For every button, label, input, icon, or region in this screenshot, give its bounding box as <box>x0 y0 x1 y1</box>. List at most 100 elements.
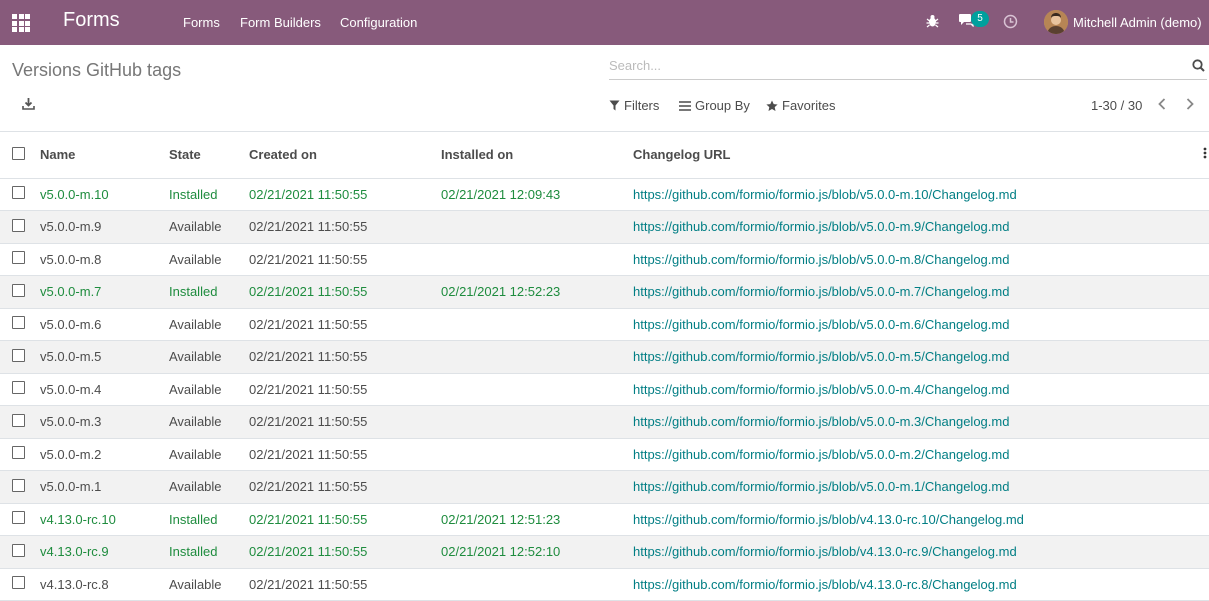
row-checkbox[interactable] <box>12 251 25 265</box>
cell-name[interactable]: v5.0.0-m.10 <box>40 178 169 211</box>
changelog-link[interactable]: https://github.com/formio/formio.js/blob… <box>633 382 1009 397</box>
cell-installed-on[interactable] <box>441 438 633 471</box>
cell-name[interactable]: v5.0.0-m.7 <box>40 275 169 309</box>
cell-state[interactable]: Available <box>169 568 249 601</box>
cell-name[interactable]: v4.13.0-rc.10 <box>40 503 169 536</box>
cell-created-on[interactable]: 02/21/2021 11:50:55 <box>249 340 441 374</box>
row-checkbox[interactable] <box>12 576 25 590</box>
changelog-link[interactable]: https://github.com/formio/formio.js/blob… <box>633 349 1009 364</box>
cell-installed-on[interactable] <box>441 243 633 276</box>
column-header-created-on[interactable]: Created on <box>249 132 441 179</box>
column-header-name[interactable]: Name <box>40 132 169 179</box>
cell-installed-on[interactable]: 02/21/2021 12:52:10 <box>441 535 633 569</box>
changelog-link[interactable]: https://github.com/formio/formio.js/blob… <box>633 479 1009 494</box>
changelog-link[interactable]: https://github.com/formio/formio.js/blob… <box>633 252 1009 267</box>
filters-button[interactable]: Filters <box>609 98 659 113</box>
cell-installed-on[interactable]: 02/21/2021 12:51:23 <box>441 503 633 536</box>
cell-installed-on[interactable] <box>441 568 633 601</box>
table-row[interactable]: v5.0.0-m.2 Available 02/21/2021 11:50:55 ht… <box>0 438 1209 471</box>
pager-next-icon[interactable] <box>1185 97 1195 114</box>
column-header-changelog-url[interactable]: Changelog URL <box>633 132 1197 179</box>
cell-state[interactable]: Installed <box>169 275 249 309</box>
menu-item-configuration[interactable]: Configuration <box>340 15 417 30</box>
table-row[interactable]: v5.0.0-m.10 Installed 02/21/2021 11:50:55 0… <box>0 178 1209 211</box>
app-brand[interactable]: Forms <box>63 9 120 32</box>
row-checkbox[interactable] <box>12 413 25 427</box>
cell-state[interactable]: Available <box>169 438 249 471</box>
kebab-menu-icon[interactable] <box>1203 147 1207 162</box>
cell-created-on[interactable]: 02/21/2021 11:50:55 <box>249 178 441 211</box>
cell-name[interactable]: v5.0.0-m.1 <box>40 470 169 504</box>
cell-state[interactable]: Available <box>169 373 249 406</box>
cell-created-on[interactable]: 02/21/2021 11:50:55 <box>249 568 441 601</box>
cell-created-on[interactable]: 02/21/2021 11:50:55 <box>249 275 441 309</box>
row-checkbox[interactable] <box>12 381 25 395</box>
clock-icon[interactable] <box>1003 14 1018 32</box>
cell-state[interactable]: Available <box>169 340 249 374</box>
cell-installed-on[interactable] <box>441 210 633 244</box>
cell-created-on[interactable]: 02/21/2021 11:50:55 <box>249 373 441 406</box>
pager-value[interactable]: 1-30 / 30 <box>1091 98 1142 113</box>
column-header-installed-on[interactable]: Installed on <box>441 132 633 179</box>
row-checkbox[interactable] <box>12 478 25 492</box>
cell-name[interactable]: v5.0.0-m.3 <box>40 405 169 439</box>
cell-state[interactable]: Available <box>169 308 249 341</box>
cell-state[interactable]: Installed <box>169 178 249 211</box>
table-row[interactable]: v4.13.0-rc.10 Installed 02/21/2021 11:50:5… <box>0 503 1209 536</box>
search-input[interactable] <box>609 53 1179 77</box>
cell-name[interactable]: v4.13.0-rc.9 <box>40 535 169 569</box>
changelog-link[interactable]: https://github.com/formio/formio.js/blob… <box>633 219 1009 234</box>
user-menu[interactable]: Mitchell Admin (demo) <box>1073 15 1202 30</box>
changelog-link[interactable]: https://github.com/formio/formio.js/blob… <box>633 414 1009 429</box>
cell-installed-on[interactable] <box>441 405 633 439</box>
cell-installed-on[interactable] <box>441 373 633 406</box>
search-icon[interactable] <box>1192 59 1205 75</box>
cell-installed-on[interactable]: 02/21/2021 12:09:43 <box>441 178 633 211</box>
menu-item-forms[interactable]: Forms <box>183 15 220 30</box>
changelog-link[interactable]: https://github.com/formio/formio.js/blob… <box>633 544 1017 559</box>
apps-menu-icon[interactable] <box>12 14 30 32</box>
cell-installed-on[interactable] <box>441 340 633 374</box>
cell-name[interactable]: v5.0.0-m.8 <box>40 243 169 276</box>
row-checkbox[interactable] <box>12 316 25 330</box>
table-row[interactable]: v5.0.0-m.5 Available 02/21/2021 11:50:55 ht… <box>0 340 1209 374</box>
changelog-link[interactable]: https://github.com/formio/formio.js/blob… <box>633 317 1009 332</box>
row-checkbox[interactable] <box>12 186 25 200</box>
cell-created-on[interactable]: 02/21/2021 11:50:55 <box>249 308 441 341</box>
table-row[interactable]: v4.13.0-rc.9 Installed 02/21/2021 11:50:55… <box>0 535 1209 569</box>
cell-installed-on[interactable]: 02/21/2021 12:52:23 <box>441 275 633 309</box>
cell-installed-on[interactable] <box>441 308 633 341</box>
cell-created-on[interactable]: 02/21/2021 11:50:55 <box>249 243 441 276</box>
table-row[interactable]: v5.0.0-m.4 Available 02/21/2021 11:50:55 ht… <box>0 373 1209 406</box>
changelog-link[interactable]: https://github.com/formio/formio.js/blob… <box>633 577 1017 592</box>
select-all-checkbox[interactable] <box>12 146 25 160</box>
cell-created-on[interactable]: 02/21/2021 11:50:55 <box>249 503 441 536</box>
cell-state[interactable]: Installed <box>169 503 249 536</box>
pager-previous-icon[interactable] <box>1157 97 1167 114</box>
row-checkbox[interactable] <box>12 283 25 297</box>
changelog-link[interactable]: https://github.com/formio/formio.js/blob… <box>633 447 1009 462</box>
column-header-state[interactable]: State <box>169 132 249 179</box>
row-checkbox[interactable] <box>12 511 25 525</box>
cell-state[interactable]: Available <box>169 470 249 504</box>
cell-name[interactable]: v4.13.0-rc.8 <box>40 568 169 601</box>
cell-name[interactable]: v5.0.0-m.5 <box>40 340 169 374</box>
cell-name[interactable]: v5.0.0-m.2 <box>40 438 169 471</box>
row-checkbox[interactable] <box>12 348 25 362</box>
cell-created-on[interactable]: 02/21/2021 11:50:55 <box>249 535 441 569</box>
cell-name[interactable]: v5.0.0-m.4 <box>40 373 169 406</box>
cell-created-on[interactable]: 02/21/2021 11:50:55 <box>249 210 441 244</box>
bug-icon[interactable] <box>926 14 939 31</box>
group-by-button[interactable]: Group By <box>679 98 750 113</box>
changelog-link[interactable]: https://github.com/formio/formio.js/blob… <box>633 187 1017 202</box>
avatar[interactable] <box>1044 10 1068 34</box>
table-row[interactable]: v5.0.0-m.6 Available 02/21/2021 11:50:55 ht… <box>0 308 1209 341</box>
menu-item-form-builders[interactable]: Form Builders <box>240 15 321 30</box>
row-checkbox[interactable] <box>12 446 25 460</box>
table-row[interactable]: v5.0.0-m.3 Available 02/21/2021 11:50:55 ht… <box>0 405 1209 439</box>
table-row[interactable]: v5.0.0-m.1 Available 02/21/2021 11:50:55 ht… <box>0 470 1209 504</box>
cell-installed-on[interactable] <box>441 470 633 504</box>
cell-name[interactable]: v5.0.0-m.6 <box>40 308 169 341</box>
table-row[interactable]: v5.0.0-m.9 Available 02/21/2021 11:50:55 ht… <box>0 210 1209 244</box>
table-row[interactable]: v5.0.0-m.8 Available 02/21/2021 11:50:55 ht… <box>0 243 1209 276</box>
